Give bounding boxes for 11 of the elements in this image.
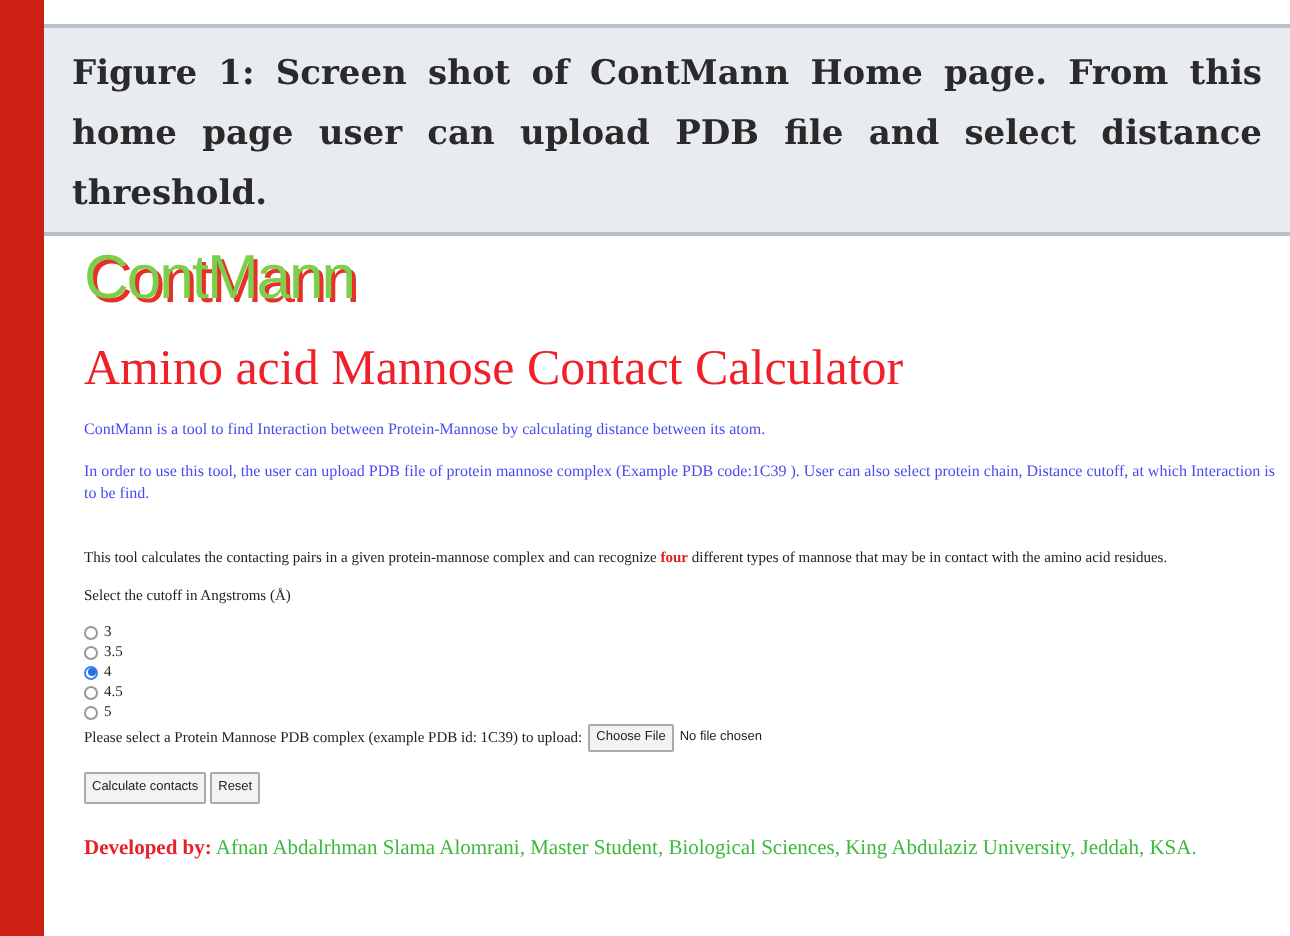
radio-button[interactable] — [84, 665, 98, 679]
page-title: Amino acid Mannose Contact Calculator — [84, 340, 906, 400]
radio-button[interactable] — [84, 705, 98, 719]
developer-credit: Developed by: Afnan Abdalrhman Slama Alomrani, Master Student, Biological Sciences, King Abdulaziz University, Jeddah, KSA. — [84, 837, 1199, 861]
intro-text: ContMann is a tool to find Interaction between Protein-Mannose by calculating distance between its atom. — [84, 420, 768, 440]
radio-button[interactable] — [84, 625, 98, 639]
logo: ContMann — [84, 244, 357, 312]
usage-text: In order to use this tool, the user can upload PDB file of protein mannose complex (Example PDB code:1C39 ). User can also select protein chain, Distance cutoff, at which Interaction is to be find. — [84, 460, 1277, 504]
figure-caption: Figure 1: Screen shot of ContMann Home page. From this home page user can upload PDB file and select distance threshold. — [72, 52, 1262, 218]
radio-button[interactable] — [84, 685, 98, 699]
radio-button[interactable] — [84, 645, 98, 659]
